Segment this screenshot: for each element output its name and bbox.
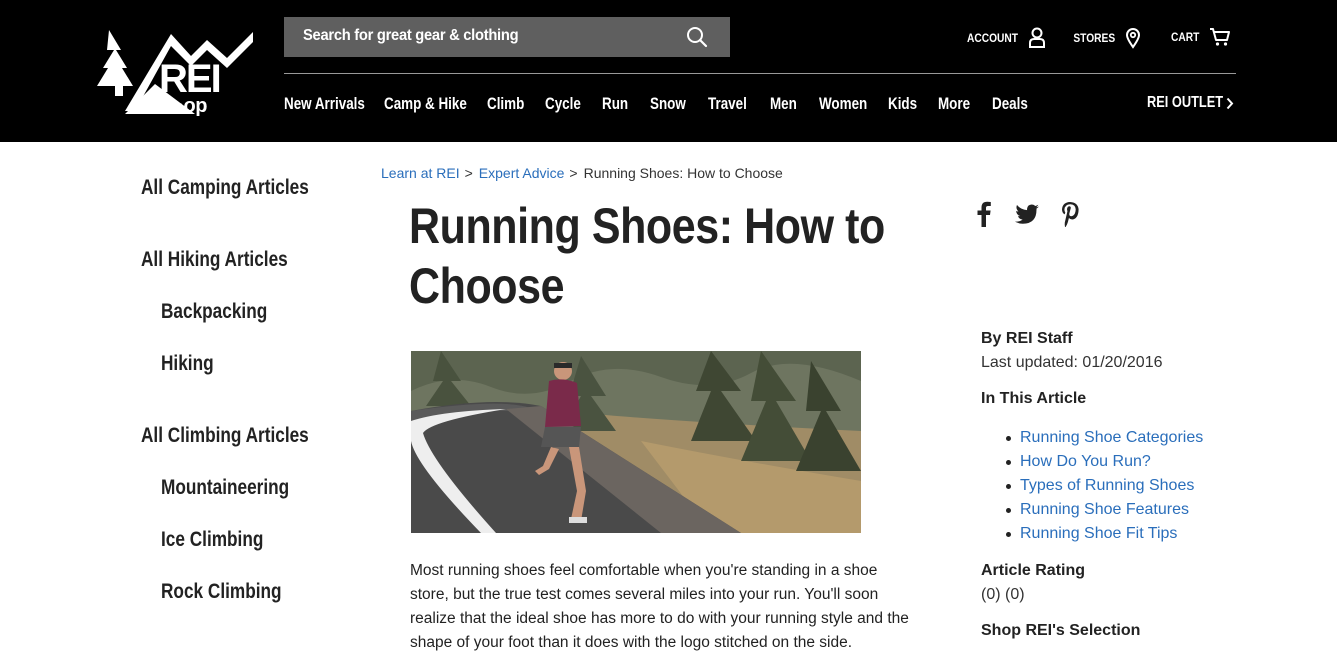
nav-men[interactable]: Men: [770, 94, 809, 116]
breadcrumb-separator: >: [464, 165, 473, 181]
sidebar-item-ice-climbing[interactable]: Ice Climbing: [161, 528, 263, 552]
nav-more[interactable]: More: [938, 94, 981, 116]
breadcrumb-separator: >: [569, 165, 578, 181]
nav-run[interactable]: Run: [602, 94, 640, 116]
search-input[interactable]: Search for great gear & clothing: [303, 27, 519, 45]
nav-snow[interactable]: Snow: [650, 94, 696, 116]
sidebar-item-hiking[interactable]: All Hiking Articles: [141, 248, 288, 272]
nav-deals[interactable]: Deals: [992, 94, 1028, 116]
toc-item[interactable]: How Do You Run?: [1005, 450, 1203, 474]
article-hero-image: [411, 351, 861, 533]
nav-cycle[interactable]: Cycle: [545, 94, 590, 116]
social-share: [972, 200, 1082, 228]
rei-logo[interactable]: REI co·op: [95, 16, 257, 118]
main-nav: New Arrivals Camp & Hike Climb Cycle Run…: [284, 94, 1032, 116]
sidebar-item-mountaineering[interactable]: Mountaineering: [161, 476, 289, 500]
cart-label: CART: [1170, 30, 1200, 44]
toc-item[interactable]: Running Shoe Fit Tips: [1005, 522, 1203, 546]
account-label: ACCOUNT: [967, 31, 1018, 45]
pinterest-icon[interactable]: [1058, 200, 1082, 228]
last-updated: Last updated: 01/20/2016: [981, 354, 1163, 371]
breadcrumb-current: Running Shoes: How to Choose: [583, 165, 783, 181]
svg-text:co·op: co·op: [155, 95, 207, 117]
nav-kids[interactable]: Kids: [888, 94, 928, 116]
rei-outlet-link[interactable]: REI OUTLET: [1128, 94, 1234, 112]
toc-heading: In This Article: [981, 390, 1087, 407]
nav-new-arrivals[interactable]: New Arrivals: [284, 94, 365, 116]
outlet-label: REI OUTLET: [1146, 94, 1223, 111]
stores-label: STORES: [1073, 31, 1116, 45]
header-divider: [284, 73, 1236, 74]
stores-link[interactable]: STORES: [1066, 27, 1141, 49]
article-intro: Most running shoes feel comfortable when…: [410, 562, 909, 651]
twitter-icon[interactable]: [1013, 200, 1041, 228]
user-icon: [1029, 27, 1045, 48]
rating-value[interactable]: (0) (0): [981, 586, 1025, 604]
breadcrumb-expert-advice[interactable]: Expert Advice: [479, 165, 565, 181]
rating-heading: Article Rating: [981, 562, 1086, 579]
account-link[interactable]: ACCOUNT: [958, 27, 1046, 49]
nav-camp-hike[interactable]: Camp & Hike: [384, 94, 467, 116]
cart-icon: [1210, 28, 1231, 46]
page-title-line1: Running Shoes: How to: [409, 198, 885, 254]
search-icon[interactable]: [686, 26, 708, 48]
toc-item[interactable]: Running Shoe Categories: [1005, 426, 1203, 450]
page-title-line2: Choose: [409, 258, 565, 314]
breadcrumb: Learn at REI > Expert Advice > Running Shoes…: [381, 165, 783, 181]
search-bar[interactable]: Search for great gear & clothing: [284, 17, 730, 57]
toc-item[interactable]: Running Shoe Features: [1005, 498, 1203, 522]
sidebar-item-rock-climbing[interactable]: Rock Climbing: [161, 580, 282, 604]
nav-women[interactable]: Women: [819, 94, 874, 116]
page-title: Running Shoes: How to Choose: [409, 196, 885, 316]
sidebar-item-backpacking[interactable]: Backpacking: [161, 300, 267, 324]
sidebar-item-camping[interactable]: All Camping Articles: [141, 176, 309, 200]
toc-item[interactable]: Types of Running Shoes: [1005, 474, 1203, 498]
chevron-right-icon: [1226, 97, 1234, 109]
facebook-icon[interactable]: [972, 200, 996, 228]
site-header: REI co·op Search for great gear & clothi…: [0, 0, 1337, 142]
nav-climb[interactable]: Climb: [487, 94, 533, 116]
location-pin-icon: [1126, 28, 1141, 49]
article-author: By REI Staff: [981, 330, 1073, 347]
table-of-contents: Running Shoe Categories How Do You Run? …: [1005, 426, 1203, 546]
breadcrumb-learn[interactable]: Learn at REI: [381, 165, 460, 181]
cart-link[interactable]: CART: [1166, 27, 1231, 47]
sidebar-item-hiking-sub[interactable]: Hiking: [161, 352, 214, 376]
nav-travel[interactable]: Travel: [708, 94, 757, 116]
shop-heading: Shop REI's Selection: [981, 622, 1141, 639]
sidebar-item-climbing[interactable]: All Climbing Articles: [141, 424, 309, 448]
